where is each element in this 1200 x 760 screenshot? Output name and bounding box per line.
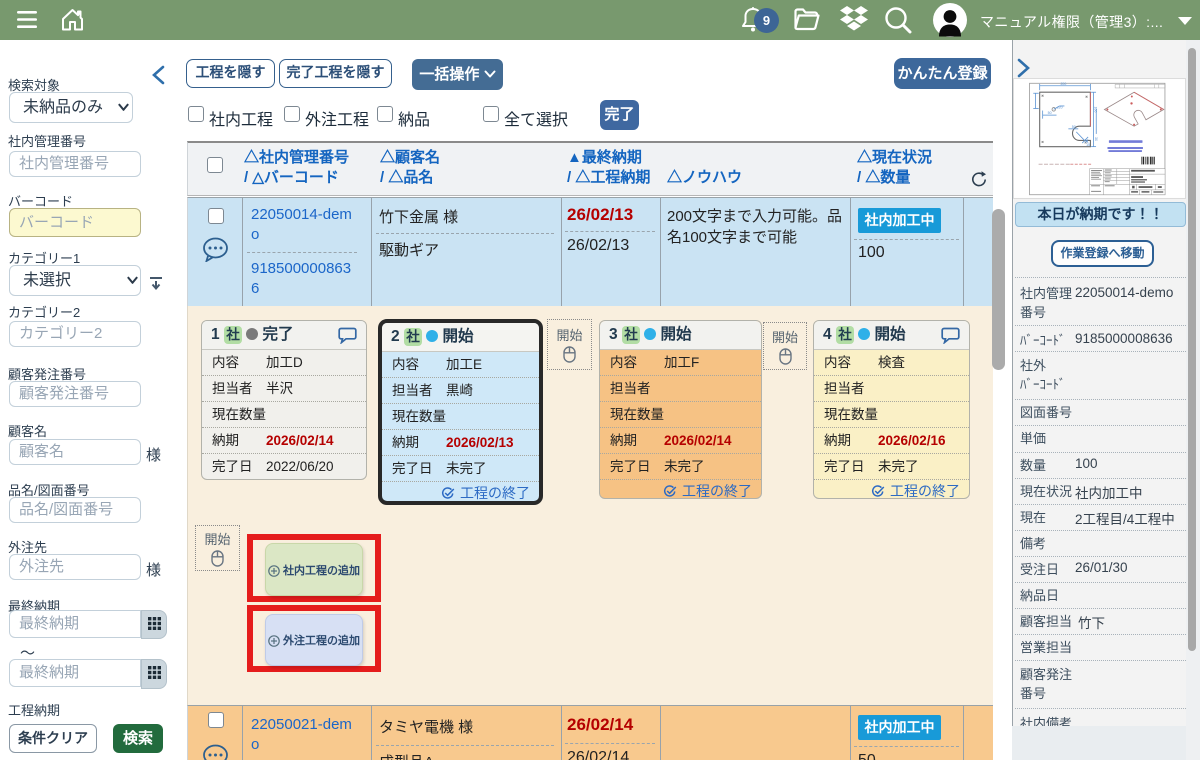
- svg-text:50: 50: [1048, 111, 1052, 115]
- svg-text:50: 50: [1072, 125, 1076, 129]
- svg-text:⌀20: ⌀20: [1056, 105, 1062, 109]
- svg-text:100: 100: [1094, 106, 1098, 112]
- svg-text:15: 15: [1086, 143, 1090, 147]
- svg-text:30: 30: [1094, 137, 1098, 141]
- svg-text:200: 200: [1060, 82, 1066, 86]
